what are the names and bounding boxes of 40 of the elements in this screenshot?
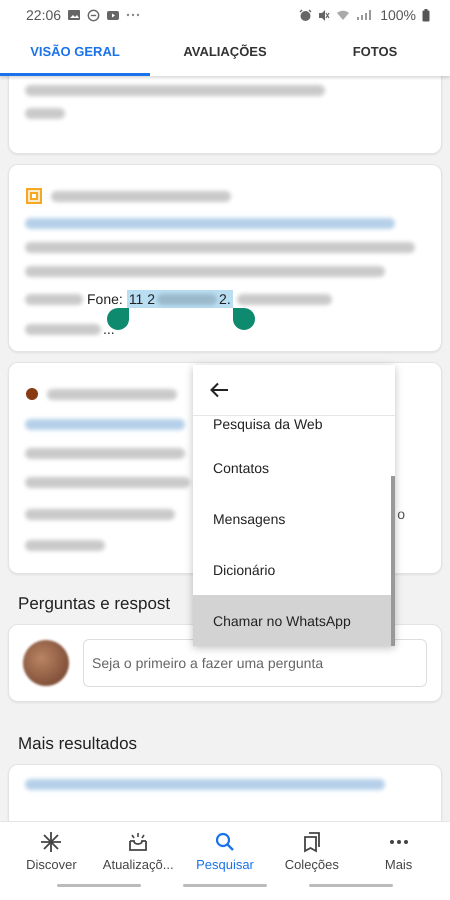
more-icon — [388, 838, 410, 844]
nav-button[interactable]: Pesquisar — [182, 822, 268, 880]
battery-text: 100% — [380, 7, 416, 23]
tab[interactable]: AVALIAÇÕES — [150, 30, 300, 76]
section-title: Mais resultados — [17, 733, 138, 754]
selection-handle[interactable] — [106, 308, 129, 330]
menu-item[interactable]: Contatos — [193, 442, 395, 493]
blurred-text — [25, 294, 83, 304]
asterisk-icon — [40, 830, 62, 852]
nav-button[interactable]: Discover — [8, 822, 95, 880]
text-selection[interactable]: 11 2 2. — [126, 290, 233, 308]
more-icon — [126, 13, 140, 17]
menu-item[interactable]: Dicionário — [193, 544, 395, 595]
ellipsis-text: ... — [103, 321, 115, 337]
dot-icon — [25, 387, 39, 401]
alarm-icon — [299, 8, 312, 22]
mute-icon — [318, 8, 330, 22]
battery-icon — [422, 8, 430, 22]
nav-button[interactable]: Mais — [355, 822, 442, 880]
section-title: Perguntas e respost — [17, 593, 172, 614]
text-fragment: o — [397, 506, 405, 522]
wifi-icon — [336, 9, 350, 21]
phone-label: Fone: — [87, 291, 123, 307]
video-icon — [106, 10, 120, 20]
avatar — [23, 640, 69, 686]
building-icon — [25, 187, 43, 205]
question-field[interactable]: Seja o primeiro a fazer uma pergunta — [83, 639, 427, 687]
back-arrow-icon[interactable] — [209, 382, 229, 398]
tray-icon — [127, 830, 150, 852]
selection-handle[interactable] — [232, 308, 255, 330]
nav-button[interactable]: Coleções — [268, 822, 356, 880]
search-icon — [214, 830, 236, 852]
nav-button[interactable]: Atualizaçõ... — [94, 822, 182, 880]
clock-text: 22:06 — [26, 7, 62, 23]
image-icon — [67, 9, 82, 21]
blurred-text — [25, 108, 65, 119]
menu-item[interactable]: Pesquisa da Web — [193, 416, 395, 442]
menu-item[interactable]: Mensagens — [193, 493, 395, 544]
tab[interactable]: FOTOS — [300, 30, 450, 76]
minus-circle-icon — [87, 8, 100, 22]
